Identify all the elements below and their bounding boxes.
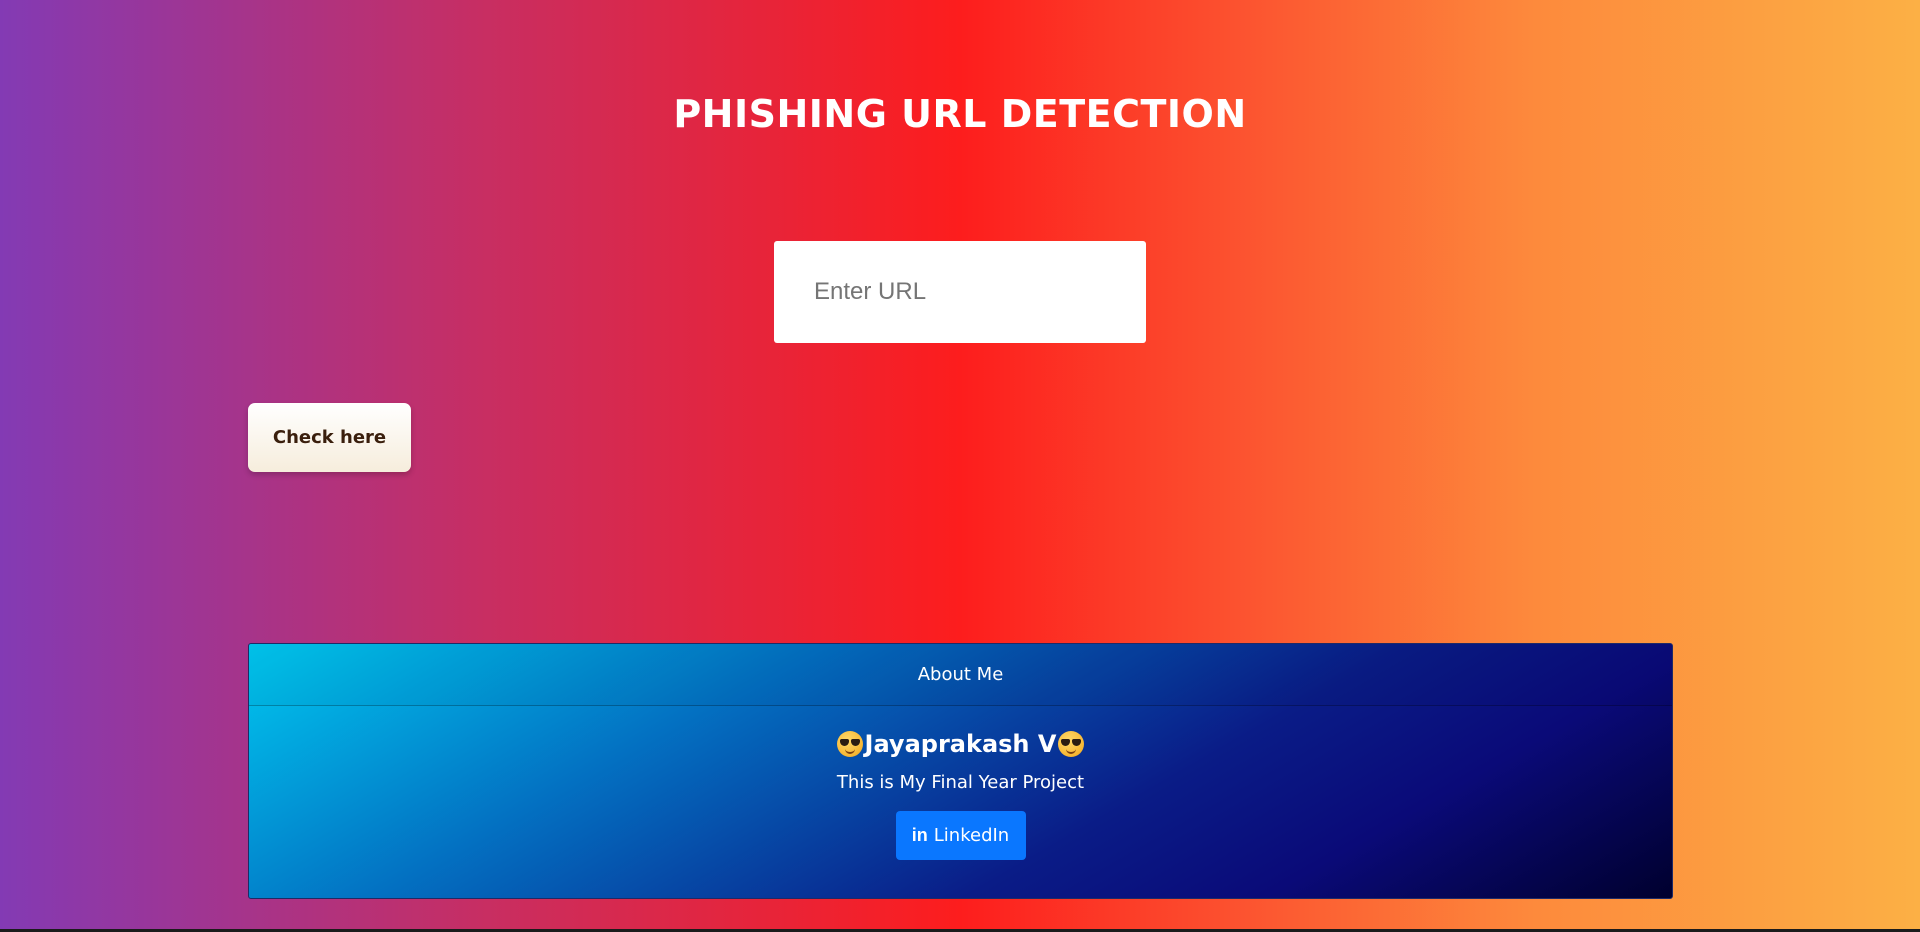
smiling-face-with-sunglasses-icon [836, 731, 863, 757]
page-background: PHISHING URL DETECTION Check here About … [0, 0, 1920, 929]
linkedin-button[interactable]: in LinkedIn [895, 811, 1026, 860]
linkedin-icon: in [911, 825, 928, 845]
about-card-header: About Me [249, 644, 1672, 706]
project-description: This is My Final Year Project [836, 772, 1085, 793]
linkedin-button-label: LinkedIn [933, 825, 1010, 846]
about-me-card: About Me Jayaprakash V This is My Final … [248, 643, 1673, 899]
page-title: PHISHING URL DETECTION [673, 92, 1247, 136]
author-name-row: Jayaprakash V [249, 730, 1672, 758]
url-input[interactable] [774, 241, 1146, 343]
smiling-face-with-sunglasses-icon [1058, 731, 1085, 757]
about-card-header-label: About Me [917, 664, 1004, 685]
about-card-body: Jayaprakash V This is My Final Year Proj… [249, 730, 1672, 860]
author-name: Jayaprakash V [864, 730, 1057, 758]
check-here-button[interactable]: Check here [248, 403, 411, 472]
